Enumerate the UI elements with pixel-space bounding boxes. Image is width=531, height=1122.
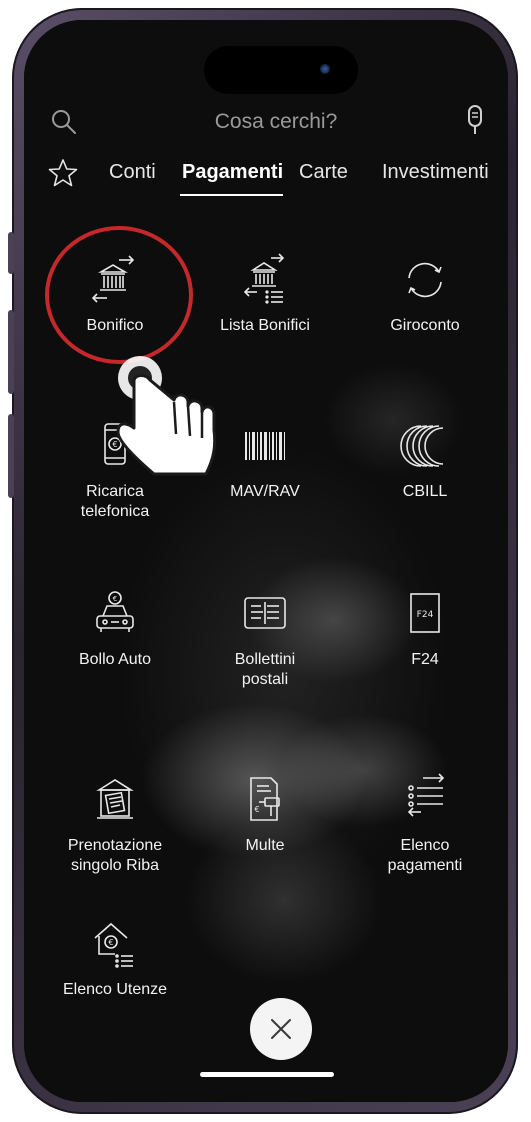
tile-prenotazione-singolo-riba[interactable]: Prenotazione singolo Riba — [40, 772, 190, 876]
tile-multe[interactable]: € Multe — [190, 772, 340, 856]
home-indicator[interactable] — [200, 1072, 334, 1077]
category-tabs: Conti Pagamenti Carte Investimenti — [24, 154, 508, 204]
tile-giroconto[interactable]: Giroconto — [350, 252, 500, 336]
tile-label: Elenco pagamenti — [387, 837, 463, 874]
tile-label: Bollettini postali — [234, 651, 296, 688]
barcode-icon — [245, 432, 285, 460]
cbill-icon — [400, 425, 444, 467]
tile-label: Lista Bonifici — [220, 317, 310, 334]
close-button[interactable] — [250, 998, 312, 1060]
tile-elenco-pagamenti[interactable]: Elenco pagamenti — [350, 772, 500, 876]
f24-form-icon: F24 — [410, 593, 440, 633]
close-icon — [271, 1019, 291, 1039]
search-bar[interactable]: Cosa cerchi? — [24, 102, 508, 146]
search-icon[interactable] — [50, 108, 78, 136]
hand-pointer-icon — [116, 356, 217, 476]
search-input[interactable]: Cosa cerchi? — [144, 110, 408, 134]
tab-pagamenti[interactable]: Pagamenti — [182, 161, 283, 184]
tile-label: Multe — [245, 837, 285, 854]
tile-label: Bollo Auto — [78, 651, 152, 668]
circular-arrows-icon — [408, 262, 442, 298]
tab-carte[interactable]: Carte — [299, 161, 348, 184]
app-screen: Cosa cerchi? Conti Pagamenti Carte Inves… — [24, 20, 508, 1102]
car-tax-icon: € — [96, 591, 134, 632]
svg-text:F24: F24 — [417, 610, 434, 620]
dynamic-island — [204, 46, 358, 94]
utilities-list-icon: € — [94, 922, 133, 968]
svg-text:€: € — [254, 805, 259, 814]
tile-label: Prenotazione singolo Riba — [67, 837, 163, 874]
tile-bollo-auto[interactable]: € Bollo Auto — [40, 586, 190, 670]
bank-transfer-list-icon — [243, 253, 285, 304]
tile-bollettini-postali[interactable]: Bollettini postali — [190, 586, 340, 690]
tab-conti[interactable]: Conti — [109, 161, 156, 184]
tile-label: Elenco Utenze — [62, 981, 168, 998]
phone-side-button-mute — [8, 232, 14, 274]
tile-label: MAV/RAV — [230, 483, 300, 500]
tile-cbill[interactable]: CBILL — [350, 418, 500, 502]
svg-text:€: € — [108, 938, 113, 947]
payments-list-icon — [407, 773, 445, 817]
tile-label: CBILL — [402, 483, 448, 500]
tile-lista-bonifici[interactable]: Lista Bonifici — [190, 252, 340, 336]
svg-text:€: € — [113, 595, 117, 603]
postal-slip-icon — [244, 597, 286, 629]
active-tab-underline — [180, 194, 283, 196]
tile-f24[interactable]: F24 F24 — [350, 586, 500, 670]
highlight-ring — [45, 226, 193, 364]
tile-label: F24 — [411, 651, 439, 668]
microphone-icon[interactable] — [462, 104, 488, 138]
phone-side-button-volume-up — [8, 310, 14, 394]
camera-dot — [320, 64, 330, 74]
tile-label: Ricarica telefonica — [80, 483, 150, 520]
phone-side-button-volume-down — [8, 414, 14, 498]
tile-elenco-utenze[interactable]: € Elenco Utenze — [40, 916, 190, 1000]
fine-document-icon: € — [250, 777, 280, 821]
star-icon[interactable] — [48, 158, 78, 188]
tile-label: Giroconto — [390, 317, 460, 334]
riba-booking-icon — [96, 779, 134, 819]
tab-investimenti[interactable]: Investimenti — [382, 161, 489, 184]
